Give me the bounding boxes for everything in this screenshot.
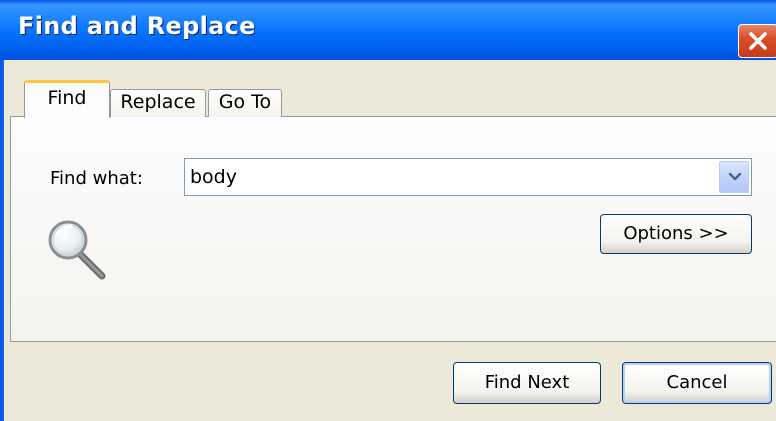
close-icon [749,32,767,50]
tab-replace-label: Replace [120,91,196,113]
tab-go-to-label: Go To [218,91,272,113]
title-bar[interactable]: Find and Replace [0,0,776,60]
chevron-down-icon [728,172,742,181]
window-frame-left [0,60,4,421]
window-title: Find and Replace [18,12,256,40]
tab-find-label: Find [47,87,87,109]
find-next-button[interactable]: Find Next [453,362,601,404]
find-what-label: Find what: [50,168,143,189]
tab-find[interactable]: Find [24,80,110,118]
find-what-input[interactable]: body [190,166,237,188]
find-what-combobox[interactable]: body [184,158,752,196]
tab-go-to[interactable]: Go To [208,89,282,117]
find-replace-dialog: Find and Replace Find Replace Go To Find… [0,0,776,421]
tab-replace[interactable]: Replace [110,89,206,117]
options-button[interactable]: Options >> [600,214,752,254]
close-button[interactable] [738,24,776,58]
cancel-button[interactable]: Cancel [622,362,772,404]
find-what-dropdown-button[interactable] [719,161,749,193]
magnifier-icon [46,216,108,286]
